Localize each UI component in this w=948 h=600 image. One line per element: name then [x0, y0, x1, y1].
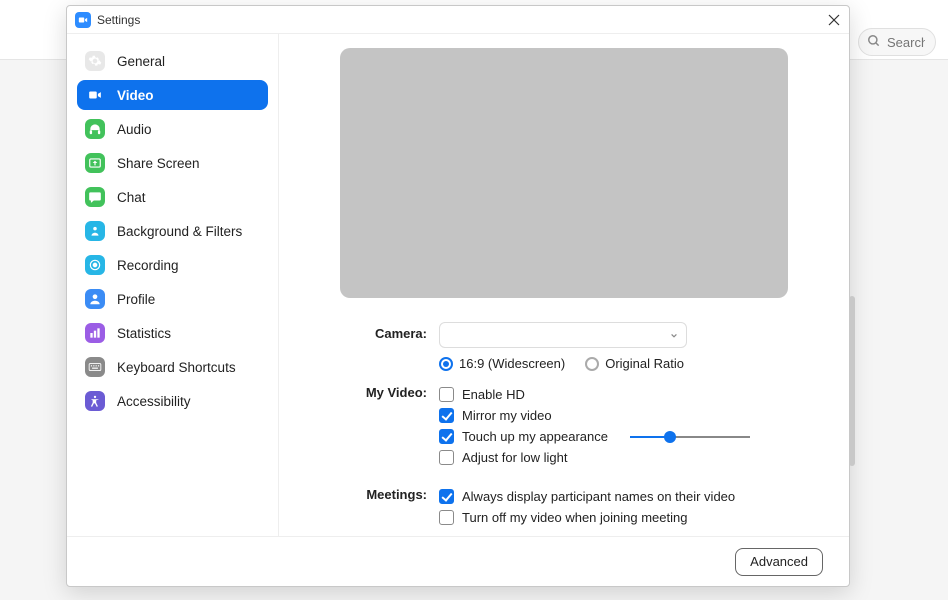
sidebar-item-general[interactable]: General: [77, 46, 268, 76]
close-button[interactable]: [825, 11, 843, 29]
person-bg-icon: [85, 221, 105, 241]
zoom-app-icon: [75, 12, 91, 28]
radio-label: 16:9 (Widescreen): [459, 356, 565, 371]
video-preview: [340, 48, 788, 298]
camera-row: Camera: 16:9 (Widescreen) Original Ratio: [309, 322, 819, 373]
always-names-option[interactable]: Always display participant names on thei…: [439, 489, 819, 504]
sidebar-item-label: Statistics: [117, 326, 171, 341]
keyboard-icon: [85, 357, 105, 377]
mirror-video-option[interactable]: Mirror my video: [439, 408, 819, 423]
sidebar-item-audio[interactable]: Audio: [77, 114, 268, 144]
turn-off-join-option[interactable]: Turn off my video when joining meeting: [439, 510, 819, 525]
sidebar-item-label: General: [117, 54, 165, 69]
slider-thumb[interactable]: [664, 431, 676, 443]
chevron-down-icon: [670, 332, 678, 340]
sidebar-item-label: Accessibility: [117, 394, 191, 409]
low-light-option[interactable]: Adjust for low light: [439, 450, 819, 465]
dialog-title: Settings: [97, 13, 140, 27]
sidebar-item-label: Share Screen: [117, 156, 200, 171]
close-icon: [828, 14, 840, 26]
checkbox-icon: [439, 408, 454, 423]
headphones-icon: [85, 119, 105, 139]
radio-label: Original Ratio: [605, 356, 684, 371]
checkbox-label: Turn off my video when joining meeting: [462, 510, 687, 525]
sidebar-item-label: Keyboard Shortcuts: [117, 360, 236, 375]
checkbox-label: Touch up my appearance: [462, 429, 608, 444]
checkbox-icon: [439, 510, 454, 525]
accessibility-icon: [85, 391, 105, 411]
meetings-label: Meetings:: [309, 483, 439, 502]
page-scrollbar[interactable]: [849, 296, 855, 466]
profile-icon: [85, 289, 105, 309]
sidebar-item-label: Profile: [117, 292, 155, 307]
advanced-button[interactable]: Advanced: [735, 548, 823, 576]
aspect-ratio-group: 16:9 (Widescreen) Original Ratio: [439, 356, 819, 371]
sidebar-item-profile[interactable]: Profile: [77, 284, 268, 314]
sidebar-item-label: Recording: [117, 258, 179, 273]
sidebar-item-label: Background & Filters: [117, 224, 242, 239]
my-video-row: My Video: Enable HD Mirror my video Touc…: [309, 381, 819, 471]
meetings-row: Meetings: Always display participant nam…: [309, 483, 819, 531]
camera-label: Camera:: [309, 322, 439, 341]
radio-icon: [585, 357, 599, 371]
checkbox-icon: [439, 387, 454, 402]
record-icon: [85, 255, 105, 275]
checkbox-label: Always display participant names on thei…: [462, 489, 735, 504]
checkbox-icon: [439, 429, 454, 444]
checkbox-icon: [439, 489, 454, 504]
camera-dropdown[interactable]: [439, 322, 687, 348]
sidebar-item-keyboard[interactable]: Keyboard Shortcuts: [77, 352, 268, 382]
dialog-titlebar: Settings: [67, 6, 849, 34]
video-icon: [85, 85, 105, 105]
settings-content: Camera: 16:9 (Widescreen) Original Ratio: [279, 34, 849, 536]
sidebar-item-chat[interactable]: Chat: [77, 182, 268, 212]
sidebar-item-background[interactable]: Background & Filters: [77, 216, 268, 246]
checkbox-label: Enable HD: [462, 387, 525, 402]
touch-up-option[interactable]: Touch up my appearance: [439, 429, 819, 444]
sidebar-item-statistics[interactable]: Statistics: [77, 318, 268, 348]
checkbox-label: Adjust for low light: [462, 450, 568, 465]
radio-icon: [439, 357, 453, 371]
search-container: [858, 28, 936, 56]
dialog-main: General Video Audio Share Screen Chat Backgro…: [67, 34, 849, 536]
sidebar-item-video[interactable]: Video: [77, 80, 268, 110]
settings-dialog: Settings General Video Audio Share Screen Ch…: [66, 5, 850, 587]
my-video-label: My Video:: [309, 381, 439, 400]
dialog-footer: Advanced: [67, 536, 849, 586]
sidebar-item-accessibility[interactable]: Accessibility: [77, 386, 268, 416]
touch-up-slider[interactable]: [630, 436, 750, 438]
search-icon: [867, 34, 881, 48]
sidebar-item-recording[interactable]: Recording: [77, 250, 268, 280]
sidebar-item-label: Audio: [117, 122, 152, 137]
sidebar-item-label: Video: [117, 88, 154, 103]
settings-sidebar: General Video Audio Share Screen Chat Backgro…: [67, 34, 279, 536]
stats-icon: [85, 323, 105, 343]
sidebar-item-label: Chat: [117, 190, 146, 205]
ratio-widescreen[interactable]: 16:9 (Widescreen): [439, 356, 565, 371]
ratio-original[interactable]: Original Ratio: [585, 356, 684, 371]
checkbox-label: Mirror my video: [462, 408, 552, 423]
share-icon: [85, 153, 105, 173]
chat-icon: [85, 187, 105, 207]
enable-hd-option[interactable]: Enable HD: [439, 387, 819, 402]
sidebar-item-share-screen[interactable]: Share Screen: [77, 148, 268, 178]
gear-icon: [85, 51, 105, 71]
checkbox-icon: [439, 450, 454, 465]
